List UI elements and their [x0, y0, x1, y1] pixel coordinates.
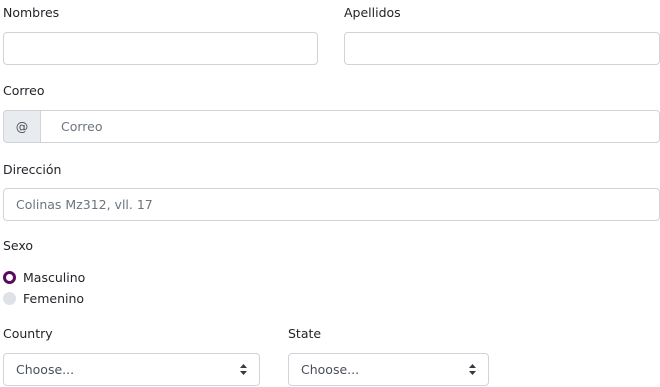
radio-femenino-label: Femenino — [23, 290, 85, 306]
state-label: State — [288, 326, 322, 341]
select-caret-icon — [469, 364, 476, 375]
radio-unchecked-icon[interactable] — [3, 291, 16, 305]
correo-input-group: @ — [3, 110, 660, 143]
correo-input[interactable] — [40, 110, 660, 143]
select-caret-icon — [240, 364, 247, 375]
nombres-label: Nombres — [3, 5, 60, 20]
apellidos-input[interactable] — [344, 32, 660, 65]
country-select-value: Choose... — [16, 362, 75, 377]
at-sign-prefix: @ — [3, 110, 40, 143]
radio-femenino[interactable]: Femenino — [3, 290, 84, 306]
radio-checked-icon[interactable] — [3, 270, 16, 284]
sexo-label: Sexo — [3, 238, 34, 253]
correo-label: Correo — [3, 83, 45, 98]
radio-masculino[interactable]: Masculino — [3, 269, 85, 285]
direccion-input[interactable] — [3, 188, 660, 221]
country-select[interactable]: Choose... — [3, 353, 260, 386]
country-label: Country — [3, 326, 53, 341]
registration-form: Nombres Apellidos Correo @ Dirección Sex… — [0, 0, 660, 387]
nombres-input[interactable] — [3, 32, 318, 65]
state-select[interactable]: Choose... — [288, 353, 489, 386]
direccion-label: Dirección — [3, 162, 62, 177]
radio-masculino-label: Masculino — [23, 269, 86, 285]
state-select-value: Choose... — [301, 362, 360, 377]
apellidos-label: Apellidos — [344, 5, 401, 20]
